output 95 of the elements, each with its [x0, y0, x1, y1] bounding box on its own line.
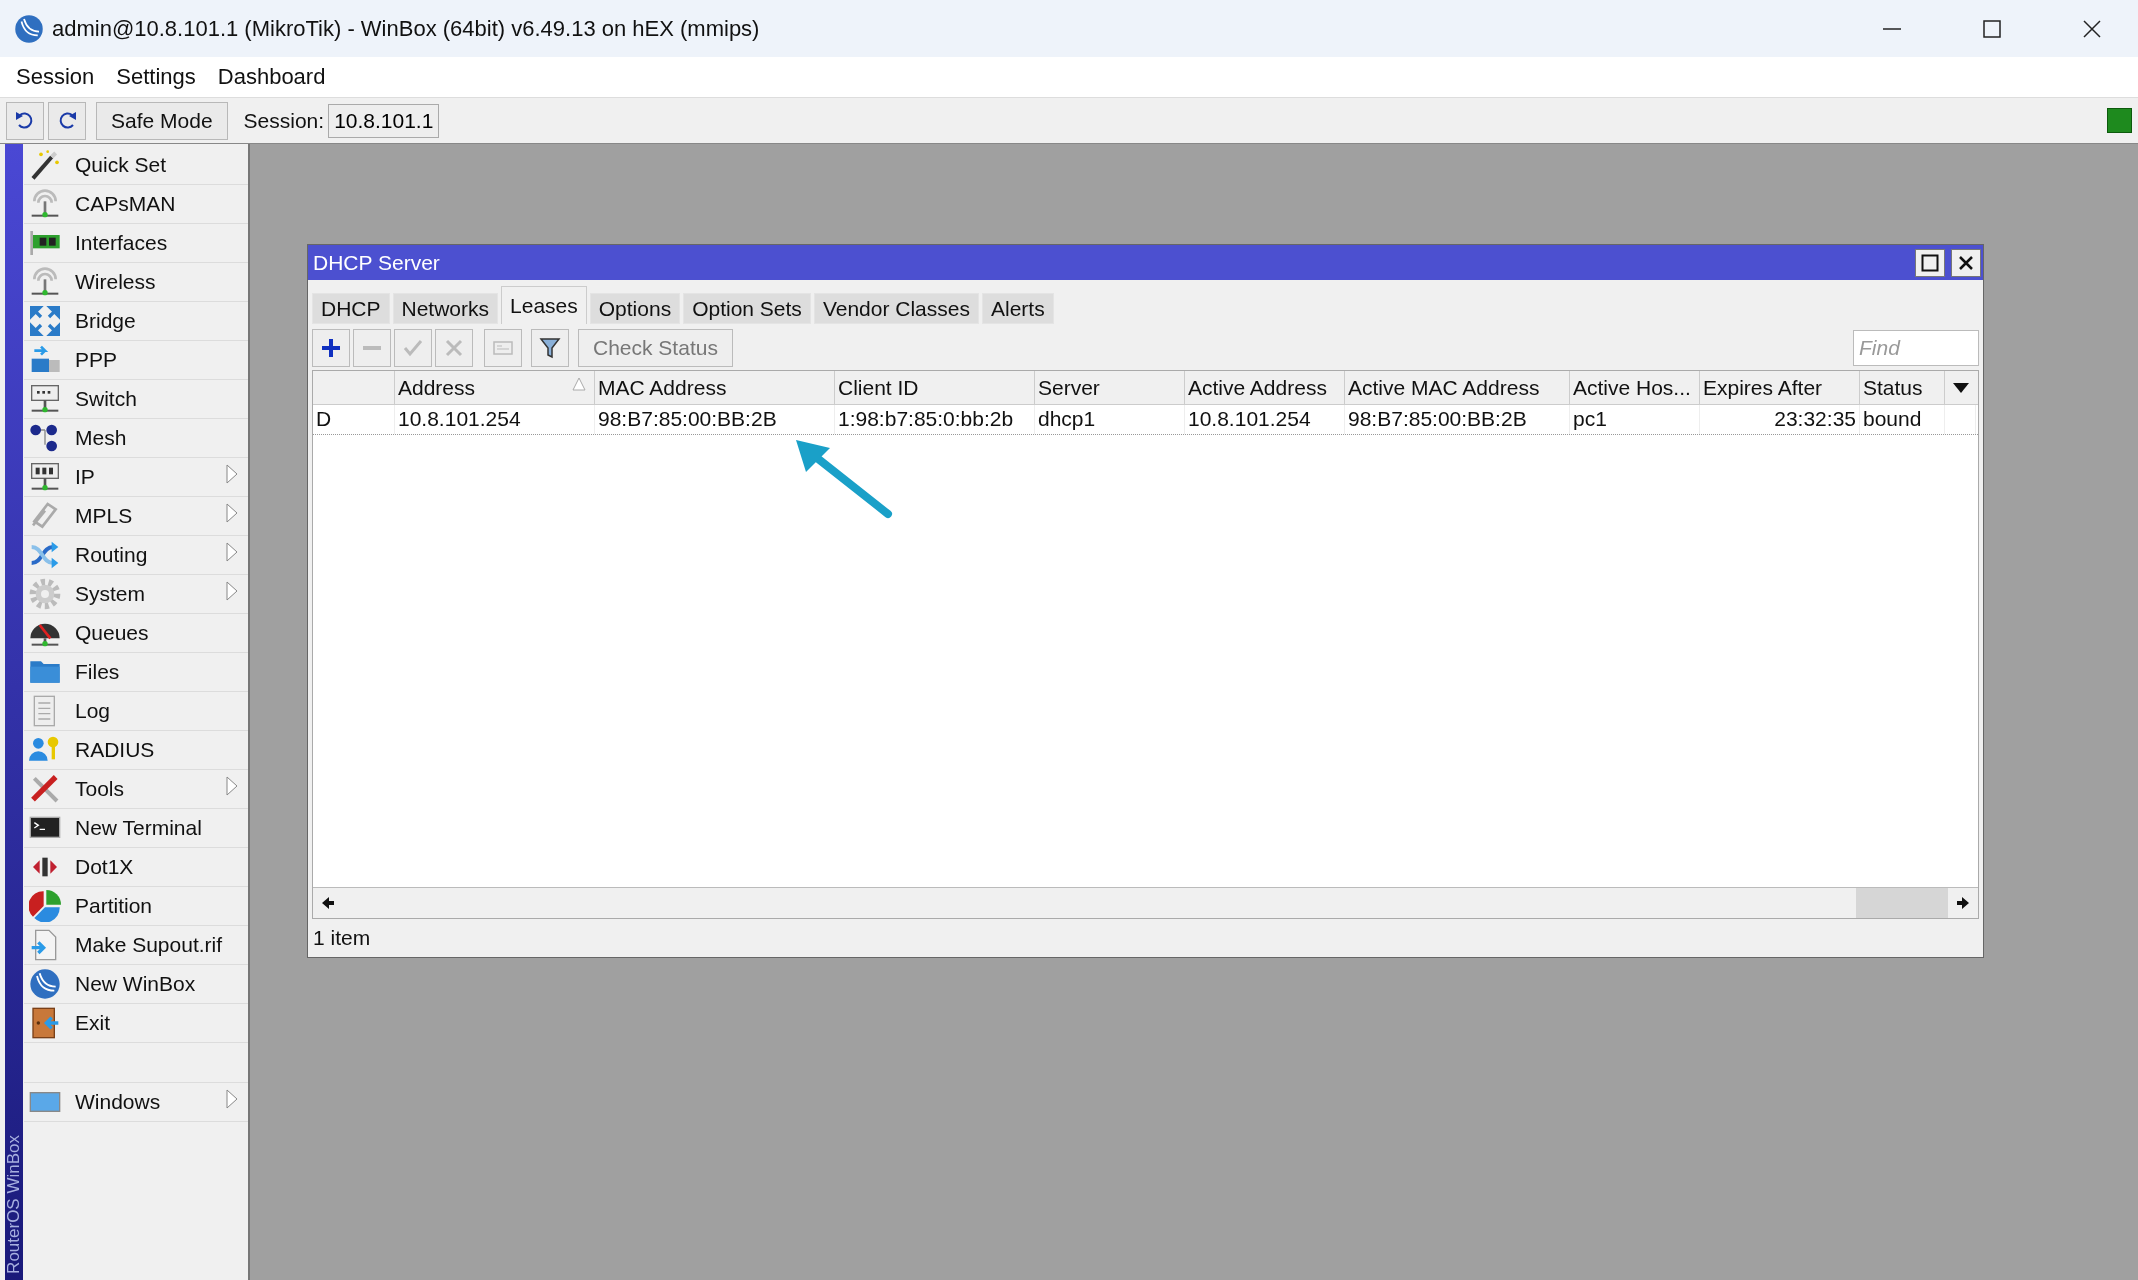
maximize-button[interactable] [1915, 248, 1945, 277]
close-icon [1958, 254, 1974, 271]
sidebar-item[interactable]: New Terminal [24, 809, 248, 848]
scrollbar-thumb[interactable] [1856, 888, 1948, 918]
minus-icon [362, 346, 382, 350]
column-header[interactable]: MAC Address [595, 371, 835, 404]
left-arrow-icon [321, 896, 335, 910]
session-label: Session: [243, 108, 325, 133]
table-cell: 98:B7:85:00:BB:2B [595, 405, 835, 434]
window-title: admin@10.8.101.1 (MikroTik) - WinBox (64bit) v6.49.13 on hEX (mmips) [52, 15, 761, 42]
pie-chart-icon [29, 890, 61, 922]
column-header[interactable]: Server [1035, 371, 1185, 404]
column-header[interactable]: Active Address [1185, 371, 1345, 404]
menu-item[interactable]: Session [5, 64, 106, 90]
find-field[interactable]: Find [1853, 330, 1979, 366]
logo-icon [29, 968, 61, 1000]
plus-icon [319, 336, 343, 360]
door-icon [29, 1007, 61, 1039]
table-cell: 1:98:b7:85:0:bb:2b [835, 405, 1035, 434]
column-header[interactable]: Status [1860, 371, 1945, 404]
antenna-icon [29, 188, 61, 220]
maximize-icon [1921, 253, 1939, 272]
switch-icon [29, 383, 61, 415]
antenna-icon [29, 266, 61, 298]
sidebar-item[interactable]: Windows [24, 1083, 248, 1122]
sidebar-item[interactable]: Log [24, 692, 248, 731]
maximize-icon [1982, 18, 2002, 39]
column-header[interactable]: Active Hos... [1570, 371, 1700, 404]
table-cell: 10.8.101.254 [395, 405, 595, 434]
sidebar-item[interactable]: Switch [24, 380, 248, 419]
table-cell: dhcp1 [1035, 405, 1185, 434]
safe-mode-button[interactable]: Safe Mode [96, 101, 228, 140]
sidebar-item[interactable]: New WinBox [24, 965, 248, 1004]
undo-button[interactable] [6, 101, 44, 140]
sidebar-item[interactable]: Mesh [24, 419, 248, 458]
display-icon [29, 461, 61, 493]
arrows-icon [29, 305, 61, 337]
dialog-title: DHCP Server [313, 250, 441, 275]
sidebar-item[interactable]: CAPsMAN [24, 185, 248, 224]
minimize-icon [1882, 27, 1902, 30]
app-logo-icon [14, 13, 44, 44]
sidebar-item[interactable]: Queues [24, 614, 248, 653]
status-text: 1 item [313, 926, 371, 950]
brand-label: RouterOS WinBox [4, 1135, 24, 1276]
sidebar-item[interactable]: Make Supout.rif [24, 926, 248, 965]
sidebar-item[interactable]: Bridge [24, 302, 248, 341]
table-cell: 10.8.101.254 [1185, 405, 1345, 434]
tab[interactable]: Option Sets [683, 293, 811, 324]
redo-button[interactable] [48, 101, 86, 140]
flag-cell: D [313, 405, 395, 434]
filter-icon [538, 336, 562, 360]
sidebar-item[interactable]: Quick Set [24, 146, 248, 185]
right-arrow-icon [1956, 896, 1970, 910]
table-cell: pc1 [1570, 405, 1700, 434]
column-menu-icon[interactable] [1951, 381, 1970, 394]
tab[interactable]: Vendor Classes [813, 293, 979, 324]
close-button[interactable] [1951, 248, 1981, 277]
sidebar-item[interactable]: Partition [24, 887, 248, 926]
close-icon [2082, 18, 2102, 39]
sidebar-item[interactable]: Routing [24, 536, 248, 575]
gear-icon [29, 578, 61, 610]
window-titlebar[interactable]: DHCP Server [308, 245, 1983, 280]
tab[interactable]: DHCP [312, 293, 390, 324]
sidebar-item[interactable]: PPP [24, 341, 248, 380]
horizontal-scrollbar[interactable] [313, 887, 1978, 918]
sidebar-item[interactable]: Dot1X [24, 848, 248, 887]
sidebar-item[interactable]: Interfaces [24, 224, 248, 263]
session-field: 10.8.101.1 [328, 103, 440, 138]
sidebar-item[interactable]: Wireless [24, 263, 248, 302]
tab[interactable]: Options [589, 293, 681, 324]
tab[interactable]: Leases [501, 286, 587, 324]
sidebar-item[interactable]: MPLS [24, 497, 248, 536]
column-header[interactable]: Client ID [835, 371, 1035, 404]
tab[interactable]: Alerts [981, 293, 1054, 324]
menu-item[interactable]: Dashboard [206, 64, 337, 90]
column-header[interactable]: Expires After [1700, 371, 1860, 404]
table-cell: 23:32:35 [1700, 405, 1860, 434]
sidebar-item[interactable]: Tools [24, 770, 248, 809]
add-button[interactable] [312, 329, 350, 367]
column-header[interactable]: Address [395, 371, 595, 404]
sidebar-item[interactable]: IP [24, 458, 248, 497]
sidebar-item[interactable]: RADIUS [24, 731, 248, 770]
tools-icon [29, 773, 61, 805]
filter-button[interactable] [531, 329, 569, 367]
column-header[interactable]: Active MAC Address [1345, 371, 1570, 404]
table-cell: bound [1860, 405, 1945, 434]
wand-icon [29, 149, 61, 181]
tab[interactable]: Networks [392, 293, 499, 324]
sidebar-item[interactable]: Exit [24, 1004, 248, 1043]
sort-icon [572, 377, 586, 391]
sidebar-item[interactable]: Files [24, 653, 248, 692]
menu-item[interactable]: Settings [105, 64, 207, 90]
table-cell: 98:B7:85:00:BB:2B [1345, 405, 1570, 434]
shuffle-arrows-icon [29, 539, 61, 571]
sidebar-item[interactable]: System [24, 575, 248, 614]
